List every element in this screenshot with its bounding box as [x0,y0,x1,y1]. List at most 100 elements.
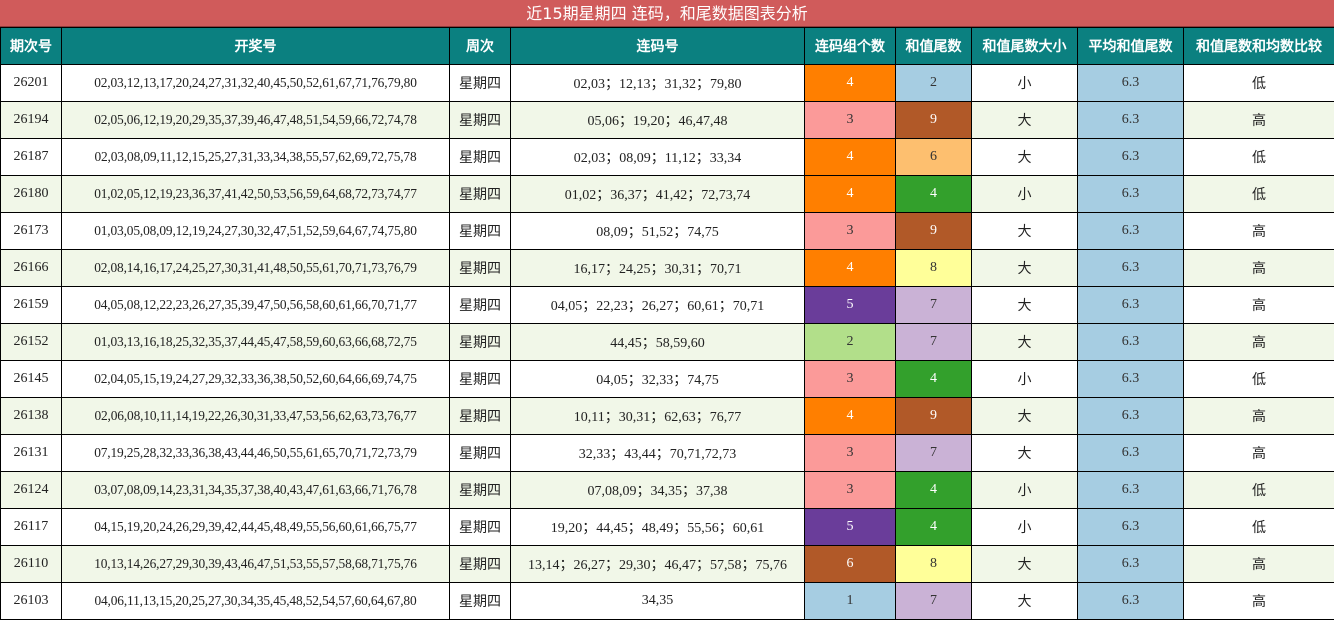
table-row: 26201 02,03,12,13,17,20,24,27,31,32,40,45… [0,64,1334,102]
table-row: 26145 02,04,05,15,19,24,27,29,32,33,36,38… [0,360,1334,398]
table-row: 26180 01,02,05,12,19,23,36,37,41,42,50,53… [0,175,1334,213]
cell-group-count: 3 [804,471,896,509]
header-group-count: 连码组个数 [804,27,896,65]
cell-compare: 高 [1183,582,1334,620]
header-draw-numbers: 开奖号 [61,27,450,65]
cell-compare: 高 [1183,212,1334,250]
header-row: 期次号 开奖号 周次 连码号 连码组个数 和值尾数 和值尾数大小 平均和值尾数 … [0,27,1334,65]
cell-compare: 高 [1183,323,1334,361]
cell-avg-tail: 6.3 [1077,286,1184,324]
cell-weekday: 星期四 [449,434,511,472]
cell-sum-tail: 9 [895,212,972,250]
cell-tail-size: 大 [971,397,1078,435]
table-row: 26166 02,08,14,16,17,24,25,27,30,31,41,48… [0,249,1334,287]
table-row: 26194 02,05,06,12,19,20,29,35,37,39,46,47… [0,101,1334,139]
cell-tail-size: 小 [971,175,1078,213]
cell-avg-tail: 6.3 [1077,175,1184,213]
cell-group-count: 5 [804,508,896,546]
cell-draw-numbers: 02,05,06,12,19,20,29,35,37,39,46,47,48,5… [61,101,450,139]
cell-tail-size: 小 [971,360,1078,398]
cell-sum-tail: 7 [895,582,972,620]
table-row: 26110 10,13,14,26,27,29,30,39,43,46,47,51… [0,545,1334,583]
cell-draw-numbers: 01,03,05,08,09,12,19,24,27,30,32,47,51,5… [61,212,450,250]
cell-group-count: 5 [804,286,896,324]
cell-draw-numbers: 01,02,05,12,19,23,36,37,41,42,50,53,56,5… [61,175,450,213]
cell-sum-tail: 7 [895,323,972,361]
cell-tail-size: 小 [971,508,1078,546]
cell-draw-numbers: 02,03,12,13,17,20,24,27,31,32,40,45,50,5… [61,64,450,102]
cell-consecutive: 07,08,09；34,35；37,38 [510,471,805,509]
cell-tail-size: 大 [971,286,1078,324]
cell-draw-numbers: 07,19,25,28,32,33,36,38,43,44,46,50,55,6… [61,434,450,472]
cell-avg-tail: 6.3 [1077,582,1184,620]
data-table: 期次号 开奖号 周次 连码号 连码组个数 和值尾数 和值尾数大小 平均和值尾数 … [0,27,1334,620]
cell-weekday: 星期四 [449,397,511,435]
chart-title: 近15期星期四 连码，和尾数据图表分析 [0,0,1334,27]
cell-issue: 26187 [0,138,62,176]
cell-issue: 26145 [0,360,62,398]
cell-weekday: 星期四 [449,471,511,509]
cell-tail-size: 大 [971,545,1078,583]
cell-sum-tail: 7 [895,434,972,472]
cell-tail-size: 大 [971,249,1078,287]
cell-avg-tail: 6.3 [1077,508,1184,546]
cell-tail-size: 小 [971,471,1078,509]
cell-consecutive: 13,14；26,27；29,30；46,47；57,58；75,76 [510,545,805,583]
cell-consecutive: 32,33；43,44；70,71,72,73 [510,434,805,472]
header-sum-tail: 和值尾数 [895,27,972,65]
cell-issue: 26124 [0,471,62,509]
cell-draw-numbers: 04,06,11,13,15,20,25,27,30,34,35,45,48,5… [61,582,450,620]
table-row: 26103 04,06,11,13,15,20,25,27,30,34,35,45… [0,582,1334,620]
cell-consecutive: 08,09；51,52；74,75 [510,212,805,250]
cell-sum-tail: 8 [895,249,972,287]
cell-consecutive: 02,03；12,13；31,32；79,80 [510,64,805,102]
cell-group-count: 1 [804,582,896,620]
cell-weekday: 星期四 [449,212,511,250]
cell-sum-tail: 9 [895,397,972,435]
cell-compare: 低 [1183,471,1334,509]
cell-issue: 26117 [0,508,62,546]
cell-compare: 低 [1183,175,1334,213]
cell-weekday: 星期四 [449,249,511,287]
cell-group-count: 4 [804,64,896,102]
cell-sum-tail: 4 [895,471,972,509]
table-row: 26131 07,19,25,28,32,33,36,38,43,44,46,50… [0,434,1334,472]
cell-group-count: 3 [804,360,896,398]
cell-compare: 低 [1183,138,1334,176]
cell-tail-size: 大 [971,323,1078,361]
cell-compare: 高 [1183,397,1334,435]
cell-sum-tail: 4 [895,508,972,546]
table-row: 26159 04,05,08,12,22,23,26,27,35,39,47,50… [0,286,1334,324]
cell-compare: 高 [1183,286,1334,324]
cell-consecutive: 02,03；08,09；11,12；33,34 [510,138,805,176]
cell-issue: 26194 [0,101,62,139]
cell-issue: 26103 [0,582,62,620]
cell-compare: 低 [1183,360,1334,398]
cell-consecutive: 04,05；22,23；26,27；60,61；70,71 [510,286,805,324]
cell-group-count: 4 [804,138,896,176]
cell-issue: 26166 [0,249,62,287]
cell-weekday: 星期四 [449,64,511,102]
cell-avg-tail: 6.3 [1077,64,1184,102]
cell-draw-numbers: 03,07,08,09,14,23,31,34,35,37,38,40,43,4… [61,471,450,509]
cell-group-count: 3 [804,101,896,139]
cell-avg-tail: 6.3 [1077,323,1184,361]
header-avg-tail: 平均和值尾数 [1077,27,1184,65]
cell-group-count: 6 [804,545,896,583]
cell-weekday: 星期四 [449,323,511,361]
cell-group-count: 3 [804,434,896,472]
cell-sum-tail: 2 [895,64,972,102]
cell-consecutive: 10,11；30,31；62,63；76,77 [510,397,805,435]
cell-group-count: 3 [804,212,896,250]
cell-draw-numbers: 10,13,14,26,27,29,30,39,43,46,47,51,53,5… [61,545,450,583]
cell-issue: 26173 [0,212,62,250]
header-issue: 期次号 [0,27,62,65]
cell-tail-size: 小 [971,64,1078,102]
cell-draw-numbers: 04,05,08,12,22,23,26,27,35,39,47,50,56,5… [61,286,450,324]
cell-compare: 低 [1183,64,1334,102]
cell-compare: 高 [1183,101,1334,139]
cell-group-count: 2 [804,323,896,361]
cell-draw-numbers: 04,15,19,20,24,26,29,39,42,44,45,48,49,5… [61,508,450,546]
cell-issue: 26110 [0,545,62,583]
cell-avg-tail: 6.3 [1077,397,1184,435]
